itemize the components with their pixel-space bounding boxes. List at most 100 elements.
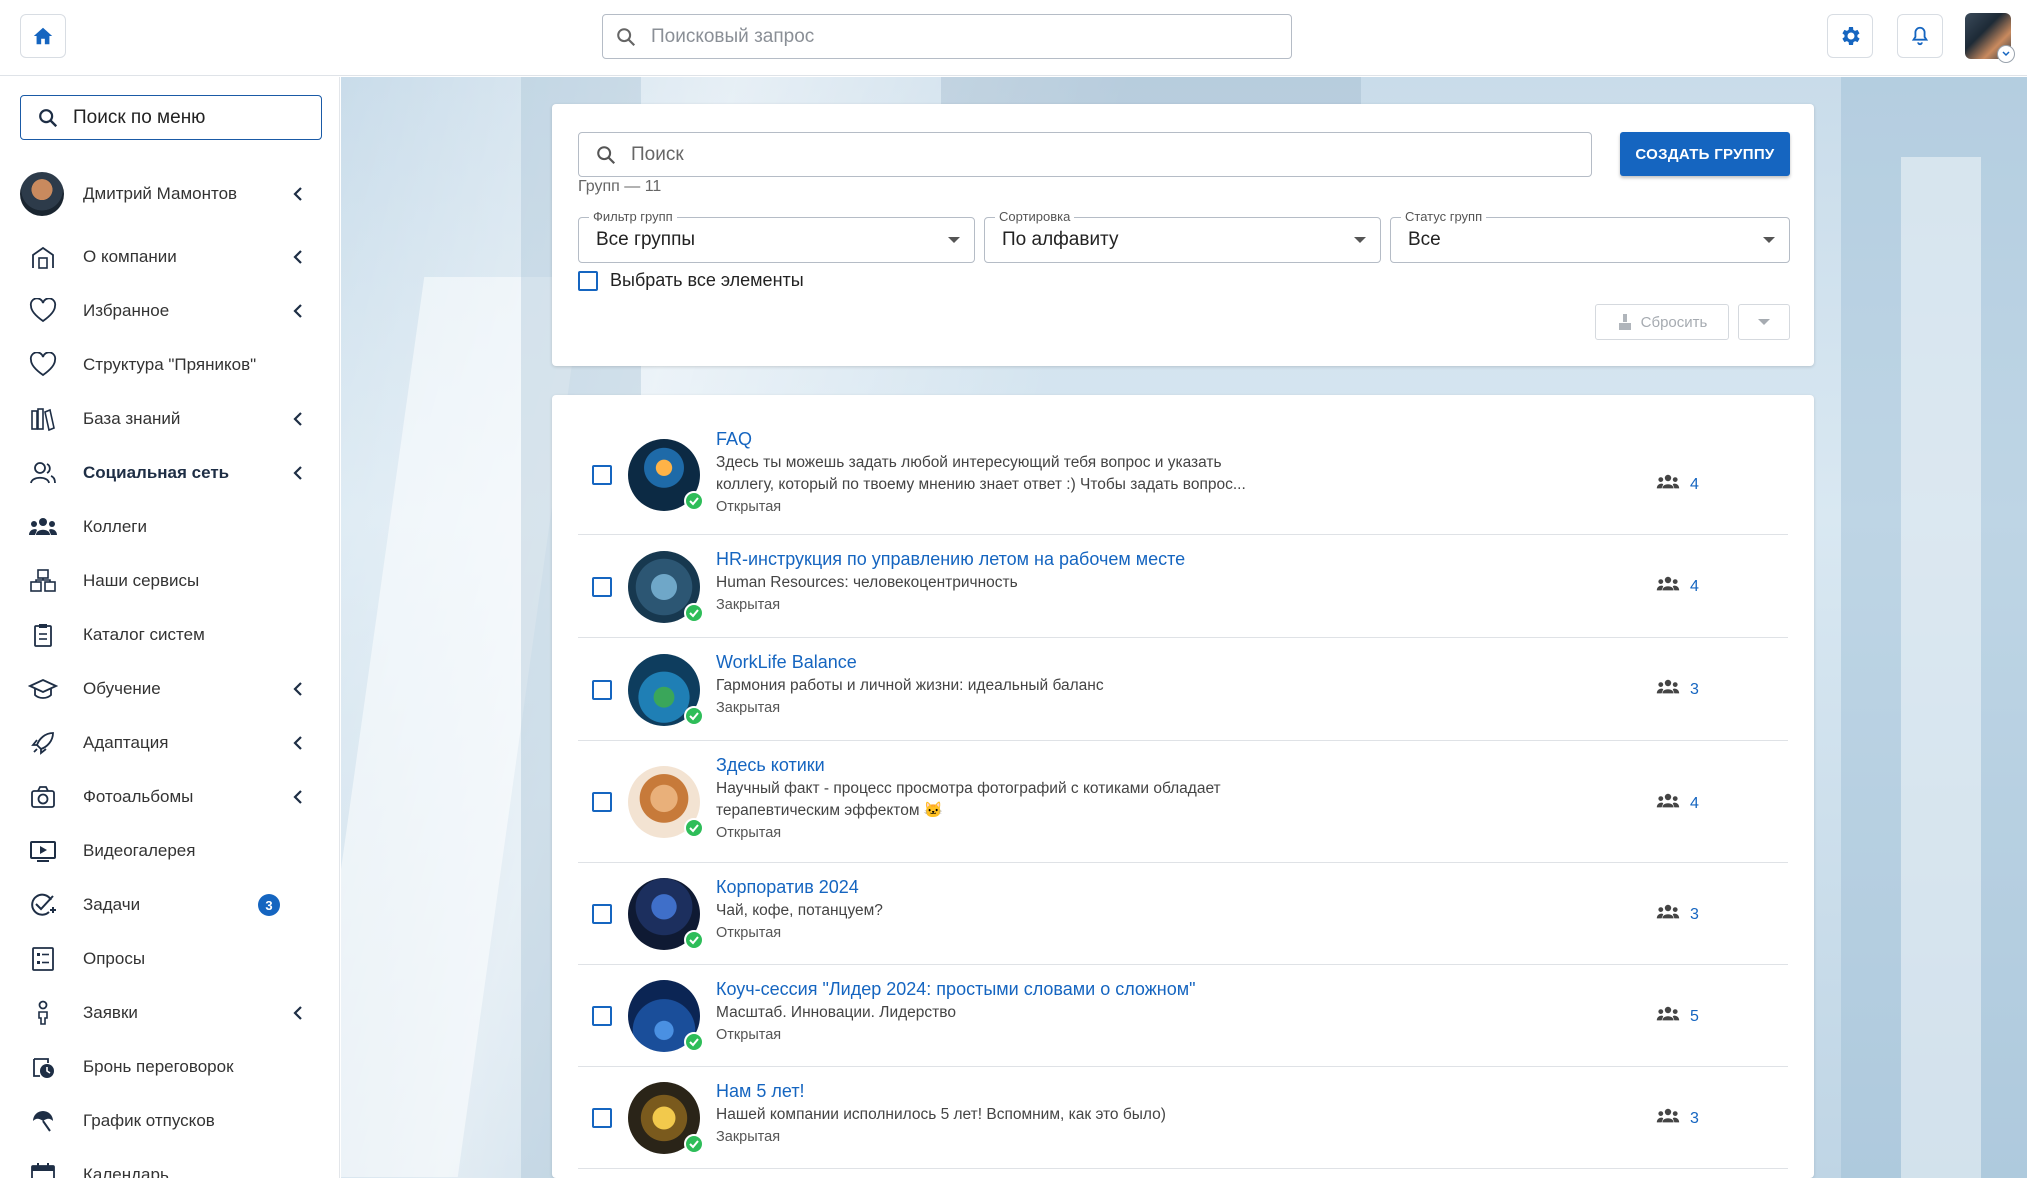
chevron-left-icon[interactable] (291, 789, 305, 810)
chevron-left-icon[interactable] (291, 411, 305, 432)
sidebar-item[interactable]: Бронь переговорок (20, 1042, 325, 1092)
members-count-value: 4 (1690, 794, 1699, 812)
menu-search-input[interactable] (73, 106, 313, 129)
row-checkbox[interactable] (592, 1108, 612, 1128)
group-avatar[interactable] (628, 439, 704, 511)
group-search[interactable] (578, 132, 1592, 177)
reset-button[interactable]: Сбросить (1595, 304, 1729, 340)
sidebar-item[interactable]: Видеогалерея (20, 826, 325, 876)
reset-dropdown-button[interactable] (1738, 304, 1790, 340)
group-avatar[interactable] (628, 1082, 704, 1154)
group-title-link[interactable]: Коуч-сессия "Лидер 2024: простыми словам… (716, 979, 1196, 1000)
sidebar-item[interactable]: График отпусков (20, 1096, 325, 1146)
group-title-link[interactable]: FAQ (716, 429, 752, 450)
group-description: Нашей компании исполнилось 5 лет! Вспомн… (716, 1106, 1166, 1123)
count-badge: 3 (258, 894, 280, 916)
members-count[interactable]: 4 (1656, 793, 1699, 814)
sidebar-item[interactable]: Коллеги (20, 502, 325, 552)
avatar (20, 172, 64, 216)
sidebar-item[interactable]: Каталог систем (20, 610, 325, 660)
global-search-input[interactable] (651, 25, 1251, 48)
members-count[interactable]: 3 (1656, 1108, 1699, 1129)
sidebar-item[interactable]: База знаний (20, 394, 325, 444)
sidebar-item[interactable]: Задачи 3 (20, 880, 325, 930)
group-avatar[interactable] (628, 766, 704, 838)
select-all[interactable]: Выбрать все элементы (578, 270, 804, 291)
chevron-left-icon[interactable] (291, 681, 305, 702)
group-avatar[interactable] (628, 878, 704, 950)
sidebar-item[interactable]: Социальная сеть (20, 448, 325, 498)
sidebar-item[interactable]: О компании (20, 232, 325, 282)
group-count: Групп — 11 (578, 178, 662, 195)
list-item[interactable]: HR-инструкция по управлению летом на раб… (578, 535, 1788, 638)
top-bar (0, 0, 2027, 76)
members-count[interactable]: 4 (1656, 576, 1699, 597)
sidebar-item[interactable]: Заявки (20, 988, 325, 1038)
sidebar-item[interactable]: Опросы (20, 934, 325, 984)
list-item[interactable]: Нам 5 лет! Нашей компании исполнилось 5 л… (578, 1067, 1788, 1169)
sidebar-user[interactable]: Дмитрий Мамонтов (20, 169, 325, 219)
group-privacy: Открытая (716, 499, 782, 515)
home-button[interactable] (20, 14, 66, 58)
group-title-link[interactable]: Здесь котики (716, 755, 825, 776)
sidebar-user-name: Дмитрий Мамонтов (83, 184, 238, 203)
sort-label: Сортировка (995, 209, 1075, 224)
profile-avatar[interactable] (1965, 13, 2015, 63)
group-avatar[interactable] (628, 550, 704, 623)
members-count-value: 5 (1690, 1007, 1699, 1025)
group-title-link[interactable]: Нам 5 лет! (716, 1081, 805, 1102)
row-checkbox[interactable] (592, 679, 612, 700)
create-group-button[interactable]: СОЗДАТЬ ГРУППУ (1620, 132, 1790, 176)
chevron-left-icon[interactable] (291, 465, 305, 486)
members-icon (1656, 1006, 1680, 1027)
settings-button[interactable] (1827, 14, 1873, 58)
list-item[interactable]: Коуч-сессия "Лидер 2024: простыми словам… (578, 965, 1788, 1067)
rocket-icon (28, 728, 58, 758)
select-all-checkbox[interactable] (578, 270, 598, 291)
row-checkbox[interactable] (592, 1006, 612, 1026)
sidebar-item[interactable]: Календарь (20, 1150, 325, 1178)
list-item[interactable]: Здесь котики Научный факт - процесс просм… (578, 741, 1788, 863)
sidebar-item[interactable]: Адаптация (20, 718, 325, 768)
members-count[interactable]: 4 (1656, 474, 1699, 495)
sidebar-item-label: Каталог систем (83, 625, 205, 644)
members-count-value: 3 (1690, 680, 1699, 698)
sidebar-item[interactable]: Фотоальбомы (20, 772, 325, 822)
row-checkbox[interactable] (592, 792, 612, 812)
group-description: Гармония работы и личной жизни: идеальны… (716, 677, 1104, 694)
row-checkbox[interactable] (592, 576, 612, 597)
sidebar-item[interactable]: Структура "Пряников" (20, 340, 325, 390)
menu-search[interactable] (20, 95, 322, 140)
status-select[interactable]: Статус групп Все (1390, 209, 1790, 263)
camera-icon (28, 782, 58, 812)
members-count[interactable]: 3 (1656, 679, 1699, 700)
group-avatar[interactable] (628, 980, 704, 1052)
row-checkbox[interactable] (592, 465, 612, 485)
group-filter-select[interactable]: Фильтр групп Все группы (578, 209, 975, 263)
select-all-label: Выбрать все элементы (610, 270, 804, 290)
list-item[interactable]: Корпоратив 2024 Чай, кофе, потанцуем? Откр… (578, 863, 1788, 965)
sidebar-item[interactable]: Обучение (20, 664, 325, 714)
sidebar-item[interactable]: Наши сервисы (20, 556, 325, 606)
chevron-left-icon[interactable] (291, 735, 305, 756)
chevron-left-icon[interactable] (291, 1005, 305, 1026)
group-avatar[interactable] (628, 653, 704, 726)
sidebar-item-label: Обучение (83, 679, 161, 698)
verified-check-icon (684, 1032, 704, 1052)
group-title-link[interactable]: HR-инструкция по управлению летом на раб… (716, 549, 1185, 570)
list-item[interactable]: WorkLife Balance Гармония работы и личной… (578, 638, 1788, 741)
chevron-left-icon[interactable] (291, 303, 305, 324)
global-search[interactable] (602, 14, 1292, 59)
sort-select[interactable]: Сортировка По алфавиту (984, 209, 1381, 263)
group-title-link[interactable]: WorkLife Balance (716, 652, 857, 673)
sidebar-item-label: Бронь переговорок (83, 1057, 234, 1076)
chevron-left-icon[interactable] (291, 249, 305, 270)
group-title-link[interactable]: Корпоратив 2024 (716, 877, 859, 898)
list-item[interactable]: FAQ Здесь ты можешь задать любой интересу… (578, 415, 1788, 535)
notifications-button[interactable] (1897, 14, 1943, 58)
group-search-input[interactable] (631, 143, 1531, 166)
members-count[interactable]: 5 (1656, 1006, 1699, 1027)
sidebar-item[interactable]: Избранное (20, 286, 325, 336)
members-count[interactable]: 3 (1656, 904, 1699, 925)
row-checkbox[interactable] (592, 904, 612, 924)
